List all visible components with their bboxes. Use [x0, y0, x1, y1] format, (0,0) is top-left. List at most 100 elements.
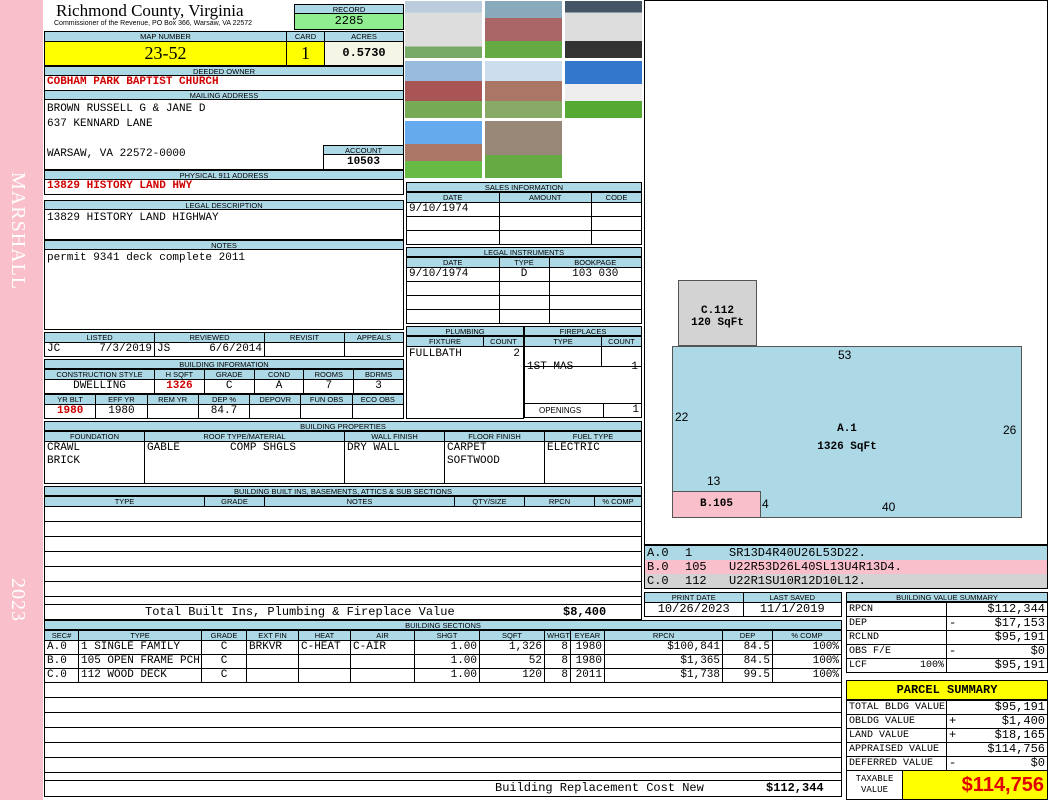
dim-label: 4	[762, 497, 769, 511]
sales-row: 9/10/1974	[406, 202, 642, 217]
vs-label-text: DEP	[849, 618, 868, 629]
appeals-label: APPEALS	[344, 332, 404, 343]
section-cell	[246, 654, 299, 669]
property-photo[interactable]	[564, 0, 643, 59]
property-photo[interactable]	[484, 120, 563, 179]
parcel-label: DEFERRED VALUE	[846, 756, 947, 771]
section-cell	[350, 668, 415, 683]
review-section: LISTED REVIEWED REVISIT APPEALS JC 7/3/2019 J…	[44, 332, 404, 357]
col-head: ECO OBS	[351, 394, 405, 405]
dim-label: 22	[675, 410, 689, 424]
value-summary: BUILDING VALUE SUMMARY RPCN $112,344 DEP - $…	[846, 592, 1048, 673]
parcel-label: APPRAISED VALUE	[846, 742, 947, 757]
section-cell: $1,738	[604, 668, 723, 683]
value-summary-row: LCF 100% $95,191	[846, 658, 1048, 673]
sketch-a-sqft: 1326 SqFt	[817, 441, 877, 453]
sale-code	[591, 202, 642, 217]
section-cell: $1,365	[604, 654, 723, 669]
rooms: 7	[303, 379, 355, 394]
col-head: EXT FIN	[246, 630, 299, 641]
value-summary-label: BUILDING VALUE SUMMARY	[846, 592, 1048, 602]
grade: C	[203, 379, 255, 394]
code-num: 1	[685, 546, 693, 560]
section-cell: C	[201, 654, 247, 669]
property-photo[interactable]	[564, 60, 643, 119]
vs-label: RCLND	[846, 630, 947, 645]
reviewed-date: 6/6/2014	[209, 343, 262, 356]
section-cell: B.0	[44, 654, 79, 669]
col-head: YR BLT	[43, 394, 97, 405]
card-label: CARD	[286, 31, 325, 42]
sketch-area[interactable]: C.112 120 SqFt A.1 1326 SqFt B.105 53 22…	[644, 0, 1048, 545]
record-value: 2285	[294, 14, 404, 30]
col-head: GRADE	[204, 496, 265, 507]
sales-label: SALES INFORMATION	[406, 182, 642, 192]
property-photo[interactable]	[404, 120, 483, 179]
col-head: FUEL TYPE	[544, 431, 642, 442]
mailing-line: 637 KENNARD LANE	[47, 118, 153, 130]
vs-label: RPCN	[846, 602, 947, 617]
property-photo[interactable]	[404, 60, 483, 119]
taxable-label: TAXABLE	[855, 774, 894, 784]
bdrms: 3	[353, 379, 404, 394]
col-head: RPCN	[604, 630, 723, 641]
photo-grid	[404, 0, 644, 180]
col-head: H SQFT	[154, 369, 205, 380]
section-cell: 105 OPEN FRAME PCH	[78, 654, 202, 669]
year-label: 2023	[7, 578, 29, 622]
section-cell: 8	[544, 668, 571, 683]
col-head: TYPE	[524, 336, 602, 347]
parcel-row: LAND VALUE + $18,165	[846, 728, 1048, 743]
building-info-label: BUILDING INFORMATION	[44, 359, 404, 369]
vs-label-text: RPCN	[849, 604, 874, 615]
property-photo[interactable]	[484, 60, 563, 119]
listed-date: 7/3/2019	[99, 343, 152, 356]
col-head: FIXTURE	[406, 336, 484, 347]
vs-label-text: RCLND	[849, 632, 880, 643]
mailing-section: MAILING ADDRESS BROWN RUSSELL G & JANE D…	[44, 90, 404, 170]
taxable-label: VALUE	[860, 785, 888, 795]
builtins-label: BUILDING BUILT INS, BASEMENTS, ATTICS & …	[44, 486, 642, 496]
fixture-count: 2	[513, 348, 520, 360]
building-info: BUILDING INFORMATION CONSTRUCTION STYLE H…	[43, 359, 405, 419]
openings-value: 1	[603, 404, 643, 417]
last-saved-label: LAST SAVED	[742, 592, 842, 603]
county-header: Richmond County, Virginia Commissioner o…	[44, 2, 292, 28]
fuel-type: ELECTRIC	[544, 441, 642, 484]
sketch-section-c[interactable]: C.112 120 SqFt	[678, 280, 757, 346]
section-cell: 100%	[772, 654, 842, 669]
parcel-label: OBLDG VALUE	[846, 714, 947, 729]
dim-label: 13	[707, 474, 721, 488]
col-head: COUNT	[483, 336, 524, 347]
building-sections-label: BUILDING SECTIONS	[44, 620, 842, 630]
sketch-section-b[interactable]: B.105	[672, 491, 761, 518]
section-cell: $100,841	[604, 640, 723, 655]
section-cell: 100%	[772, 668, 842, 683]
parcel-amount: $95,191	[994, 700, 1045, 714]
section-cell: 84.5	[722, 654, 773, 669]
instruments-section: LEGAL INSTRUMENTS DATE TYPE BOOKPAGE 9/10/…	[406, 247, 642, 324]
code-num: 112	[685, 574, 707, 588]
sale-date: 9/10/1974	[406, 202, 500, 217]
parcel-row: APPRAISED VALUE $114,756	[846, 742, 1048, 757]
section-cell	[298, 668, 351, 683]
section-cell: 1980	[570, 654, 605, 669]
sketch-code-row: B.0 105 U22R53D26L40SL13U4R13D4.	[645, 560, 1047, 574]
parcel-label: TOTAL BLDG VALUE	[846, 700, 947, 715]
col-head: QTY/SIZE	[454, 496, 525, 507]
col-head: WALL FINISH	[344, 431, 445, 442]
foundation: CRAWL	[47, 442, 81, 455]
section-cell: 112 WOOD DECK	[78, 668, 202, 683]
sales-section: SALES INFORMATION DATE AMOUNT CODE 9/10/19…	[406, 182, 642, 245]
property-photo[interactable]	[484, 0, 563, 59]
col-head: CONSTRUCTION STYLE	[44, 369, 155, 380]
property-photo[interactable]	[404, 0, 483, 59]
parcel-value: - $0	[946, 756, 1048, 771]
parcel-summary: PARCEL SUMMARY TOTAL BLDG VALUE $95,191 OB…	[846, 680, 1048, 800]
section-cell	[246, 668, 299, 683]
col-head: BOOKPAGE	[548, 257, 642, 268]
mailing-label: MAILING ADDRESS	[44, 90, 404, 100]
reviewed-label: REVIEWED	[154, 332, 265, 343]
code-vector: U22R53D26L40SL13U4R13D4.	[729, 560, 902, 574]
notes-text: permit 9341 deck complete 2011	[44, 250, 404, 330]
